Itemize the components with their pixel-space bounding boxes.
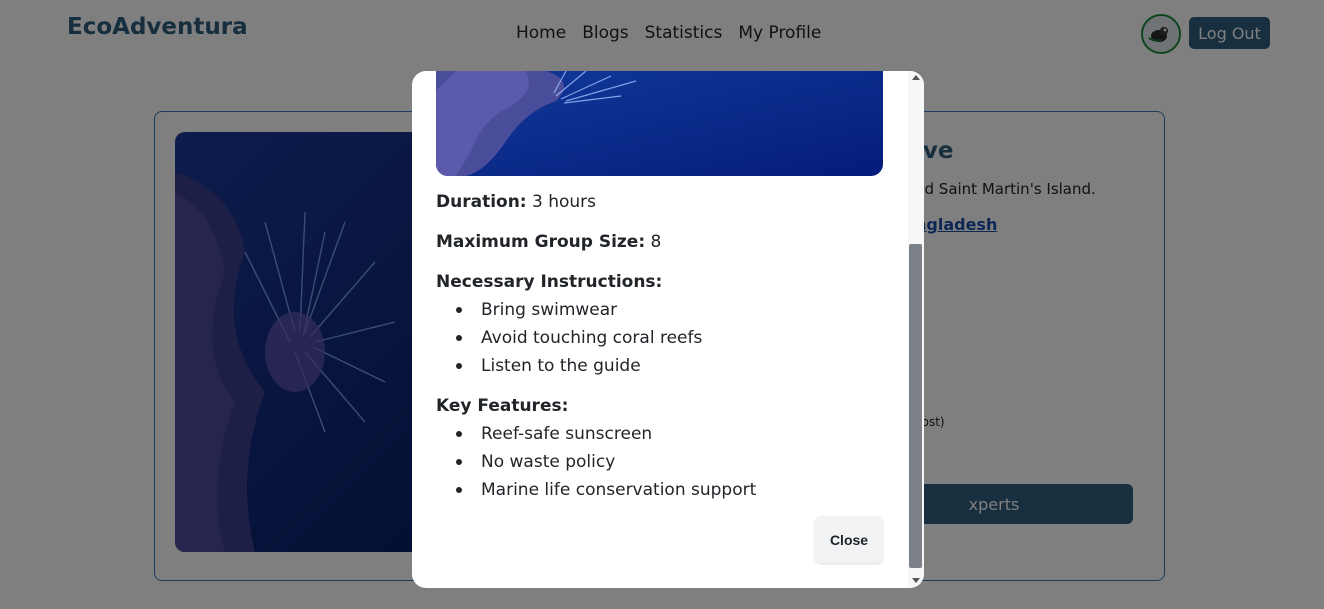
modal-coral-image [436,71,883,176]
duration-row: Duration: 3 hours [436,192,596,212]
scroll-up-arrow-icon[interactable] [912,75,920,80]
feature-item: Marine life conservation support [436,476,756,504]
feature-item: No waste policy [436,448,756,476]
group-size-label: Maximum Group Size: [436,232,646,252]
features-heading: Key Features: [436,396,569,416]
close-button[interactable]: Close [815,516,883,563]
feature-item: Reef-safe sunscreen [436,420,756,448]
duration-value: 3 hours [532,192,597,212]
instruction-item: Avoid touching coral reefs [436,324,702,352]
modal-scrollbar[interactable] [908,71,924,588]
features-list: Reef-safe sunscreen No waste policy Mari… [436,420,756,504]
duration-label: Duration: [436,192,527,212]
scroll-thumb[interactable] [909,244,922,568]
instruction-item: Bring swimwear [436,296,702,324]
group-size-value: 8 [650,232,662,252]
instructions-heading: Necessary Instructions: [436,272,663,292]
instructions-list: Bring swimwear Avoid touching coral reef… [436,296,702,380]
instruction-item: Listen to the guide [436,352,702,380]
group-size-row: Maximum Group Size: 8 [436,232,661,252]
adventure-details-modal: Duration: 3 hours Maximum Group Size: 8 … [412,71,924,588]
scroll-down-arrow-icon[interactable] [912,578,920,583]
